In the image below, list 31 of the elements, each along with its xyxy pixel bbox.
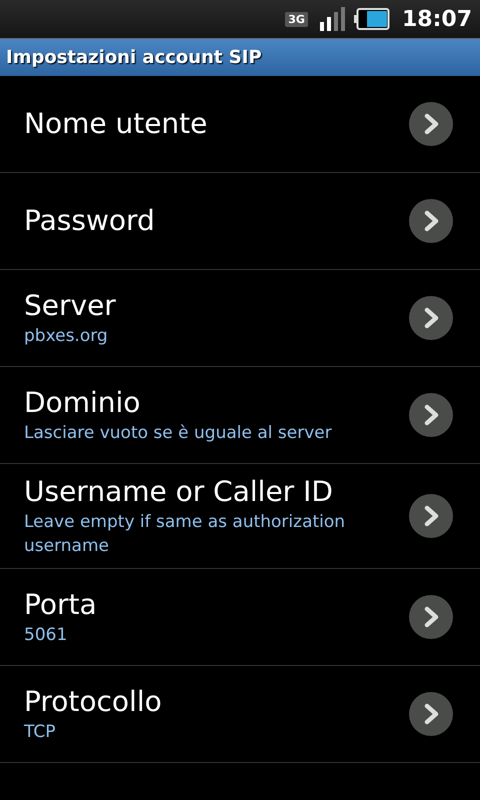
item-title: Username or Caller ID [24,474,334,510]
chevron-icon [409,296,453,340]
battery-icon [354,8,390,30]
settings-item[interactable]: Nome utente [0,76,480,173]
network-indicator: 3G [285,12,308,26]
settings-item[interactable]: Password [0,173,480,270]
item-summary: 5061 [24,624,68,647]
settings-item[interactable]: Server pbxes.org [0,270,480,367]
settings-item[interactable]: Username or Caller ID Leave empty if same as authorization username [0,464,480,569]
item-title: Dominio [24,385,142,421]
chevron-icon [409,393,453,437]
item-title: Server [24,288,116,324]
item-title: Password [24,203,155,239]
item-summary: Leave empty if same as authorization username [24,511,346,558]
settings-item[interactable]: Dominio Lasciare vuoto se è uguale al server [0,367,480,464]
screen-title: Impostazioni account SIP [6,47,262,68]
signal-icon [320,7,346,31]
item-title: Porta [24,587,97,623]
chevron-icon [409,692,453,736]
item-summary: Lasciare vuoto se è uguale al server [24,422,332,445]
chevron-icon [409,494,453,538]
chevron-icon [409,595,453,639]
chevron-icon [409,199,453,243]
settings-item[interactable]: Porta 5061 [0,569,480,666]
clock: 18:07 [402,6,472,32]
item-summary: pbxes.org [24,325,109,348]
settings-item[interactable]: Protocollo TCP [0,666,480,763]
chevron-icon [409,102,453,146]
item-summary: TCP [24,721,57,744]
item-title: Nome utente [24,106,208,142]
item-title: Protocollo [24,684,162,720]
